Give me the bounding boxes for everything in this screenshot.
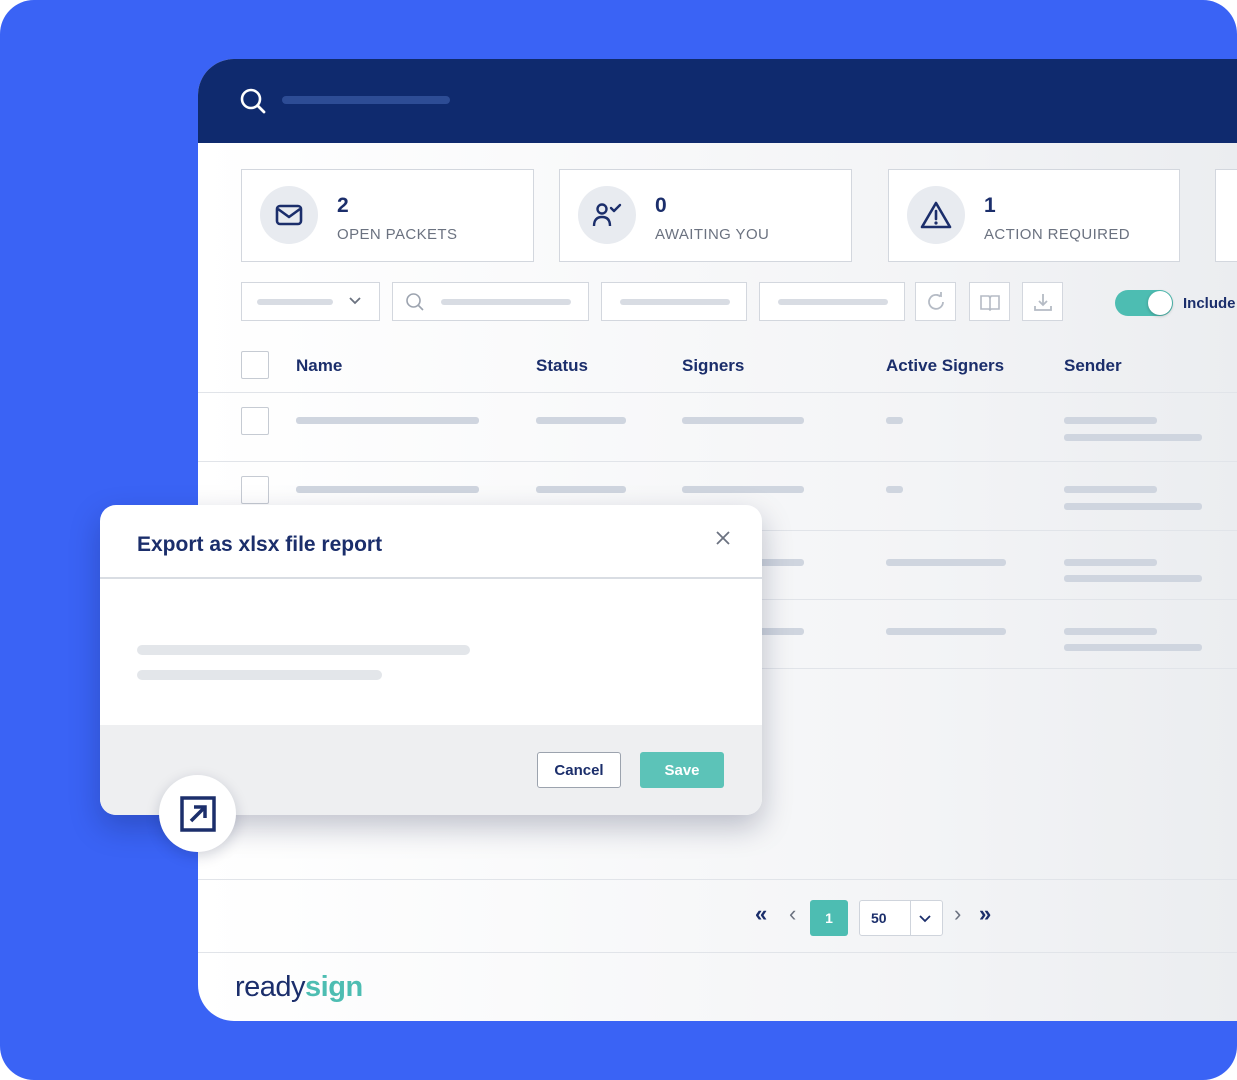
stat-label: OPEN PACKETS: [337, 226, 458, 243]
filter-dropdown[interactable]: [241, 282, 380, 321]
stat-card-open-packets[interactable]: 2 OPEN PACKETS: [241, 169, 534, 262]
modal-title: Export as xlsx file report: [137, 533, 383, 556]
search-icon[interactable]: [238, 86, 268, 116]
current-page[interactable]: 1: [810, 900, 848, 936]
divider: [198, 879, 1237, 880]
filter-field[interactable]: [601, 282, 747, 321]
stat-label: ACTION REQUIRED: [984, 226, 1131, 243]
refresh-button[interactable]: [915, 282, 956, 321]
refresh-icon: [927, 291, 944, 310]
page-background: 2 OPEN PACKETS 0 AWAITING YOU 1 ACTION R…: [0, 0, 1237, 1080]
top-bar: [198, 59, 1237, 143]
column-header-signers[interactable]: Signers: [682, 356, 744, 376]
divider: [198, 952, 1237, 953]
chevron-down-icon: [919, 915, 931, 923]
search-input[interactable]: [282, 96, 450, 104]
user-check-icon: [578, 186, 636, 244]
stat-count: 0: [655, 194, 667, 217]
stat-label: AWAITING YOU: [655, 226, 770, 243]
download-icon: [1033, 293, 1052, 311]
column-header-sender[interactable]: Sender: [1064, 356, 1122, 376]
save-button[interactable]: Save: [640, 752, 724, 788]
filter-field[interactable]: [759, 282, 905, 321]
stat-count: 1: [984, 194, 996, 217]
cancel-button[interactable]: Cancel: [537, 752, 621, 788]
stat-card-partial[interactable]: [1215, 169, 1237, 262]
page-size-value: 50: [871, 910, 887, 926]
include-toggle[interactable]: [1115, 290, 1173, 316]
column-header-name[interactable]: Name: [296, 356, 342, 376]
next-page-button[interactable]: ›: [954, 901, 961, 927]
column-header-status[interactable]: Status: [536, 356, 588, 376]
row-checkbox[interactable]: [241, 407, 269, 435]
include-label: Include: [1183, 295, 1236, 312]
page-size-select[interactable]: 50: [859, 900, 943, 936]
first-page-button[interactable]: «: [755, 901, 767, 927]
chevron-down-icon: [349, 297, 361, 305]
close-icon[interactable]: [712, 527, 734, 549]
warning-icon: [907, 186, 965, 244]
stat-card-awaiting-you[interactable]: 0 AWAITING YOU: [559, 169, 852, 262]
columns-button[interactable]: [969, 282, 1010, 321]
stat-count: 2: [337, 194, 349, 217]
stat-card-action-required[interactable]: 1 ACTION REQUIRED: [888, 169, 1180, 262]
prev-page-button[interactable]: ‹: [789, 901, 796, 927]
export-modal: Export as xlsx file report Cancel Save: [100, 505, 762, 815]
search-icon: [406, 293, 424, 311]
book-icon: [979, 294, 1000, 311]
table-header: Name Status Signers Active Signers Sende…: [198, 337, 1237, 393]
envelope-icon: [260, 186, 318, 244]
table-search-input[interactable]: [392, 282, 589, 321]
download-button[interactable]: [1022, 282, 1063, 321]
last-page-button[interactable]: »: [979, 901, 991, 927]
row-checkbox[interactable]: [241, 476, 269, 504]
export-icon: [159, 775, 236, 852]
column-header-active-signers[interactable]: Active Signers: [886, 356, 1004, 376]
readysign-logo: readysign: [235, 971, 363, 1003]
table-row[interactable]: [198, 393, 1237, 462]
select-all-checkbox[interactable]: [241, 351, 269, 379]
